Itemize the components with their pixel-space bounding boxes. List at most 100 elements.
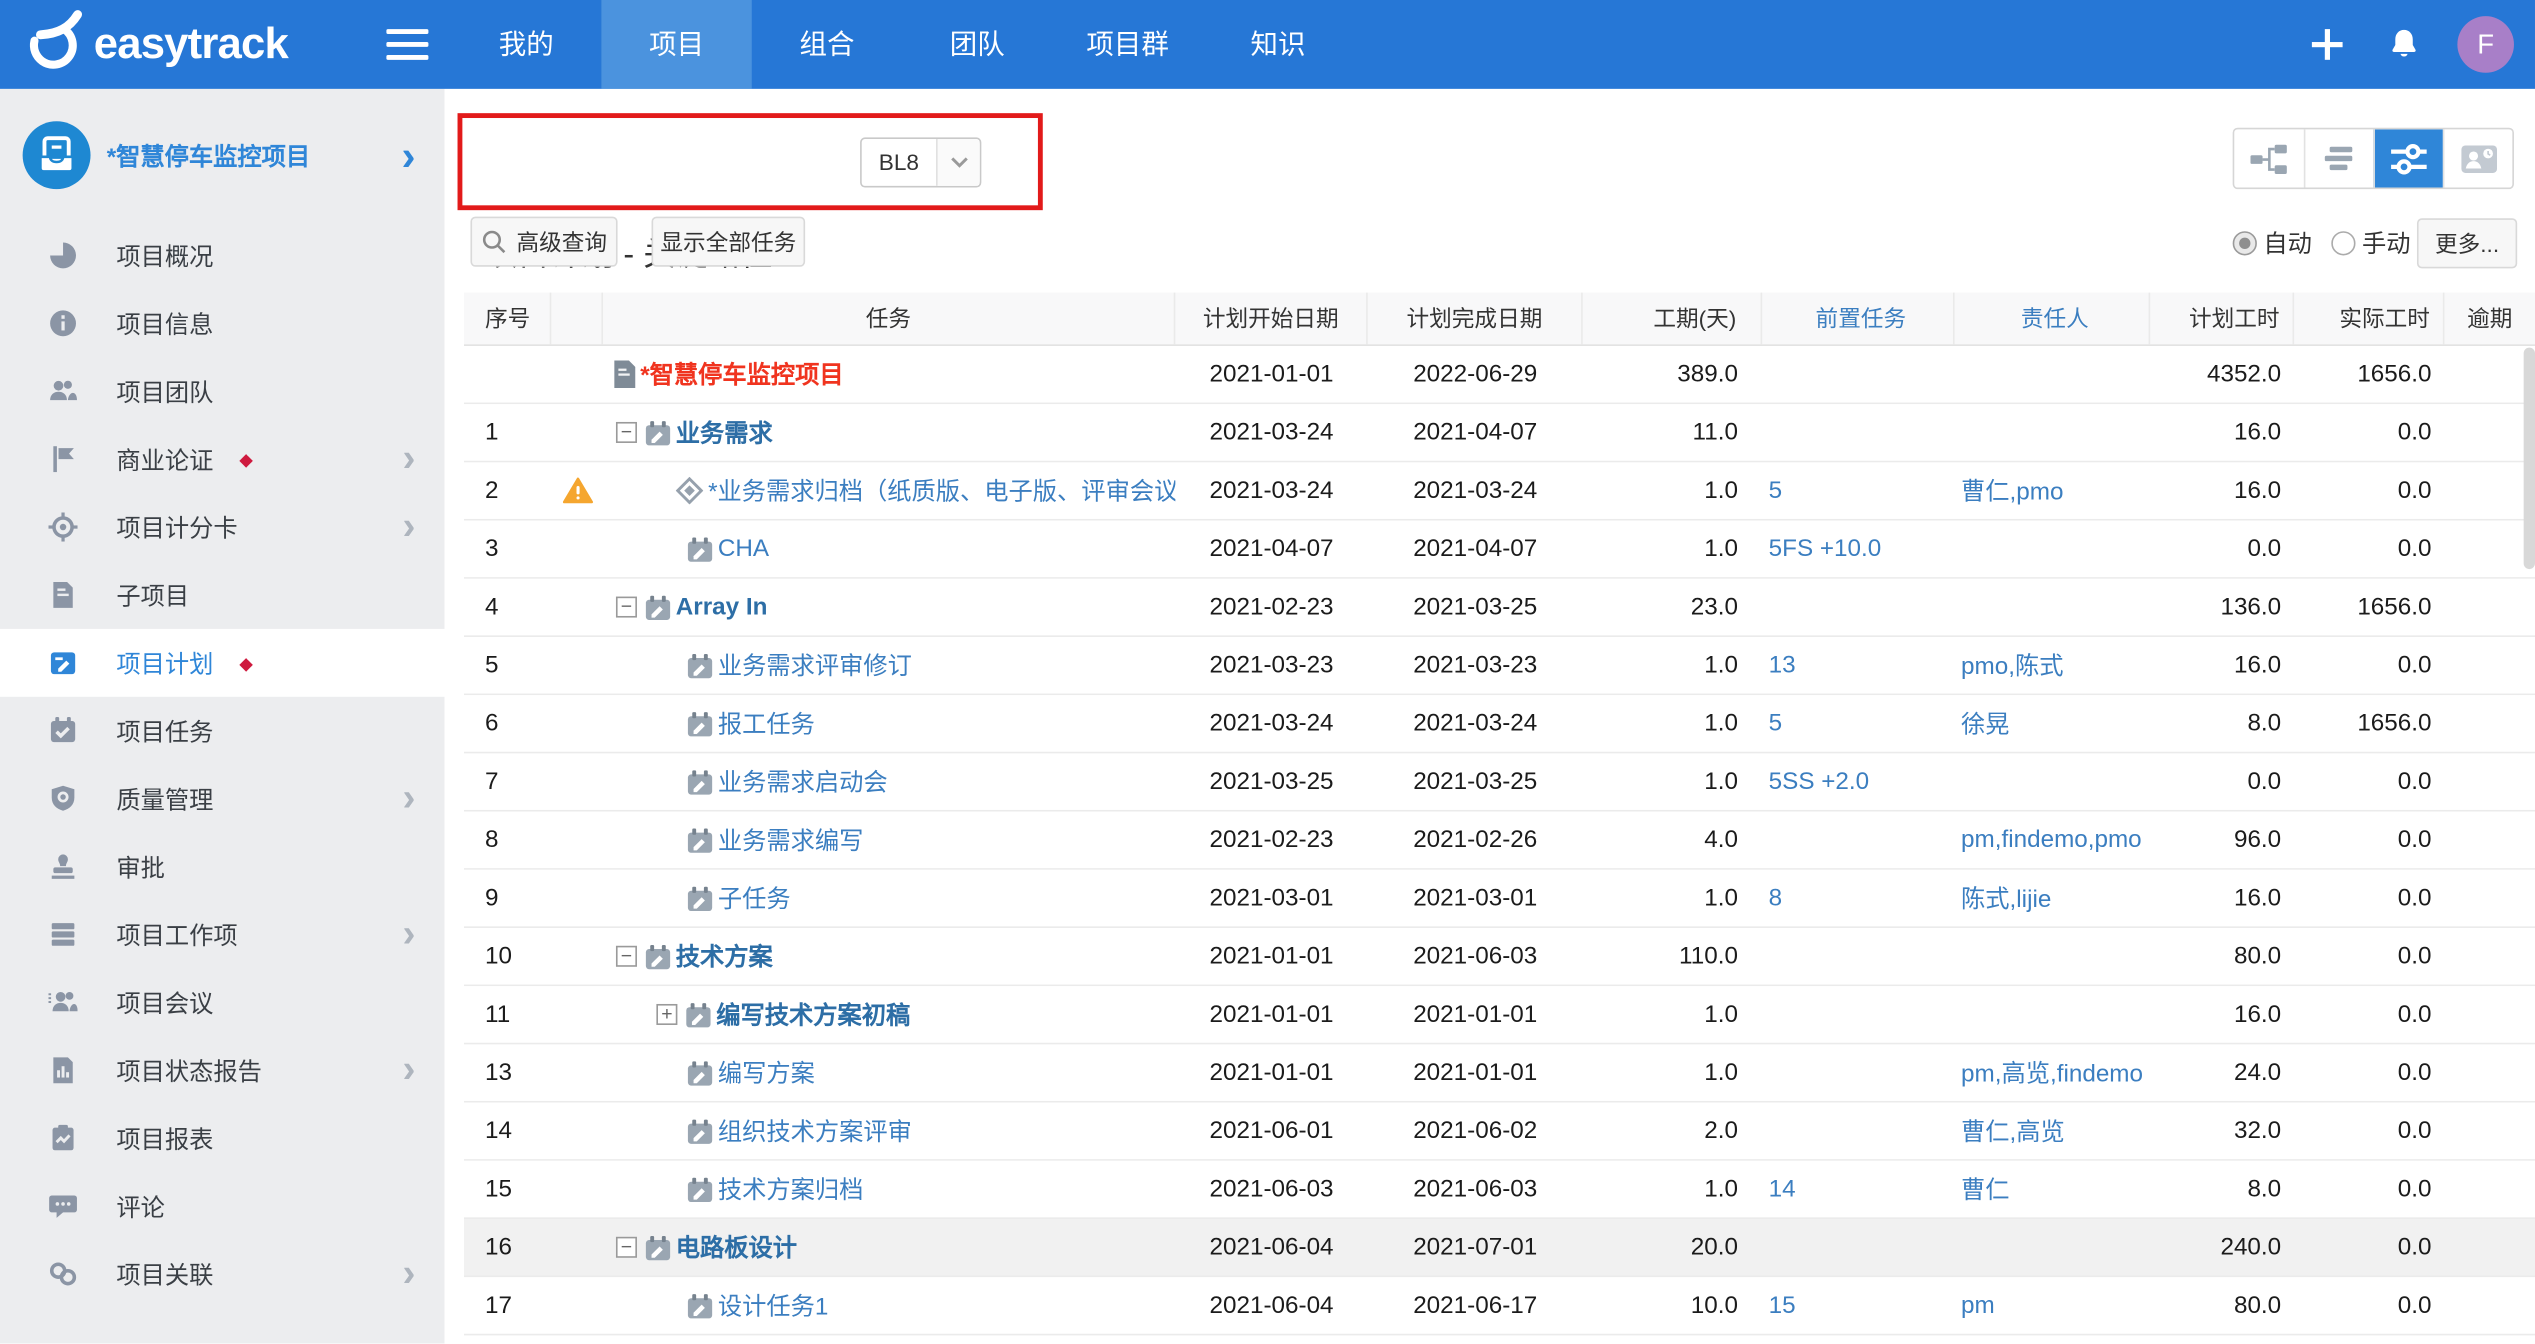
sidebar-item-1[interactable]: 项目信息: [0, 289, 445, 357]
nav-tab-1[interactable]: 项目: [601, 0, 751, 89]
user-avatar[interactable]: F: [2457, 16, 2514, 73]
sidebar-item-0[interactable]: 项目概况: [0, 221, 445, 289]
owner[interactable]: 曹仁,pmo: [1955, 462, 2151, 519]
table-row[interactable]: 9子任务2021-03-012021-03-011.08陈式,lijie16.0…: [464, 870, 2535, 928]
sidebar-item-13[interactable]: 项目报表: [0, 1104, 445, 1172]
task-name-link[interactable]: Array In: [676, 593, 768, 620]
table-row[interactable]: 3CHA2021-04-072021-04-071.05FS +10.00.00…: [464, 521, 2535, 579]
show-all-tasks-button[interactable]: 显示全部任务: [652, 217, 806, 267]
table-row[interactable]: 6报工任务2021-03-242021-03-241.05徐晃8.01656.0: [464, 695, 2535, 753]
hamburger-menu-icon[interactable]: [386, 28, 428, 60]
task-name-link[interactable]: 业务需求: [676, 415, 773, 449]
table-row[interactable]: 1−业务需求2021-03-242021-04-0711.016.00.0: [464, 404, 2535, 462]
task-name-link[interactable]: 子任务: [718, 881, 791, 915]
sidebar-item-5[interactable]: 子项目: [0, 561, 445, 629]
row-indicator: [551, 346, 603, 403]
manual-radio[interactable]: [2331, 231, 2355, 255]
predecessor[interactable]: 5: [1762, 695, 1954, 752]
baseline-select[interactable]: BL8: [860, 137, 981, 187]
collapse-icon[interactable]: −: [616, 422, 637, 443]
predecessor[interactable]: 8: [1762, 870, 1954, 927]
sidebar-item-11[interactable]: 项目会议: [0, 968, 445, 1036]
task-name-link[interactable]: 报工任务: [718, 706, 815, 740]
table-row[interactable]: 17设计任务12021-06-042021-06-1710.015pm80.00…: [464, 1277, 2535, 1335]
task-name-link[interactable]: 编写技术方案初稿: [716, 998, 910, 1032]
manual-radio-label[interactable]: 手动: [2362, 226, 2411, 260]
nav-tab-5[interactable]: 知识: [1203, 0, 1353, 89]
sidebar-item-12[interactable]: 项目状态报告›: [0, 1036, 445, 1104]
auto-radio-label[interactable]: 自动: [2263, 226, 2312, 260]
table-row[interactable]: 5业务需求评审修订2021-03-232021-03-231.013pmo,陈式…: [464, 637, 2535, 695]
resource-view-icon[interactable]: [2443, 129, 2513, 187]
owner[interactable]: pm,高览,findemo: [1955, 1044, 2151, 1101]
table-row[interactable]: 14组织技术方案评审2021-06-012021-06-022.0曹仁,高览32…: [464, 1103, 2535, 1161]
sidebar-project-header[interactable]: *智慧停车监控项目 ›: [0, 89, 445, 222]
sidebar-item-7[interactable]: 项目任务: [0, 697, 445, 765]
auto-radio[interactable]: [2233, 231, 2257, 255]
predecessor[interactable]: 13: [1762, 637, 1954, 694]
owner[interactable]: 徐晃: [1955, 695, 2151, 752]
owner[interactable]: 曹仁,高览: [1955, 1103, 2151, 1160]
collapse-icon[interactable]: −: [616, 946, 637, 967]
nav-tab-2[interactable]: 组合: [752, 0, 902, 89]
task-name-link[interactable]: 技术方案归档: [718, 1172, 864, 1206]
sidebar-item-9[interactable]: 审批: [0, 833, 445, 901]
task-name-link[interactable]: 技术方案: [676, 939, 773, 973]
table-row[interactable]: 11+编写技术方案初稿2021-01-012021-01-011.016.00.…: [464, 986, 2535, 1044]
table-row[interactable]: 8业务需求编写2021-02-232021-02-264.0pm,findemo…: [464, 812, 2535, 870]
predecessor[interactable]: 14: [1762, 1161, 1954, 1218]
sidebar-item-6[interactable]: 项目计划◆: [0, 629, 445, 697]
table-row[interactable]: 4−Array In2021-02-232021-03-2523.0136.01…: [464, 579, 2535, 637]
wbs-view-icon[interactable]: [2234, 129, 2304, 187]
task-name-link[interactable]: 电路板设计: [676, 1230, 797, 1264]
owner[interactable]: 曹仁: [1955, 1161, 2151, 1218]
predecessor[interactable]: 5: [1762, 462, 1954, 519]
project-chevron-right-icon[interactable]: ›: [401, 139, 415, 171]
collapse-icon[interactable]: −: [616, 1237, 637, 1258]
nav-tab-4[interactable]: 项目群: [1052, 0, 1202, 89]
easytrack-logo[interactable]: easytrack: [19, 6, 367, 82]
table-row[interactable]: 7业务需求启动会2021-03-252021-03-251.05SS +2.00…: [464, 753, 2535, 811]
sidebar-item-8[interactable]: 质量管理›: [0, 765, 445, 833]
table-row[interactable]: 13编写方案2021-01-012021-01-011.0pm,高览,finde…: [464, 1044, 2535, 1102]
owner[interactable]: 陈式,lijie: [1955, 870, 2151, 927]
add-plus-icon[interactable]: [2302, 20, 2351, 69]
nav-tab-0[interactable]: 我的: [451, 0, 601, 89]
task-name-link[interactable]: 设计任务1: [718, 1289, 828, 1323]
sidebar-item-2[interactable]: 项目团队: [0, 357, 445, 425]
notification-bell-icon[interactable]: [2380, 20, 2429, 69]
table-row[interactable]: 10−技术方案2021-01-012021-06-03110.080.00.0: [464, 928, 2535, 986]
duration-days: 1.0: [1583, 521, 1762, 578]
sidebar-item-14[interactable]: 评论: [0, 1172, 445, 1240]
critical-path-settings-icon[interactable]: [2373, 129, 2443, 187]
predecessor[interactable]: 15: [1762, 1277, 1954, 1334]
predecessor[interactable]: 5FS +10.0: [1762, 521, 1954, 578]
task-name-link[interactable]: 组织技术方案评审: [718, 1114, 912, 1148]
task-name-link[interactable]: *智慧停车监控项目: [640, 357, 843, 391]
task-name-link[interactable]: 业务需求评审修订: [718, 648, 912, 682]
table-row[interactable]: 16−电路板设计2021-06-042021-07-0120.0240.00.0: [464, 1219, 2535, 1277]
more-button[interactable]: 更多...: [2417, 218, 2517, 268]
sidebar-item-4[interactable]: 项目计分卡›: [0, 493, 445, 561]
table-row[interactable]: *智慧停车监控项目2021-01-012022-06-29389.04352.0…: [464, 346, 2535, 404]
sidebar-item-10[interactable]: 项目工作项›: [0, 901, 445, 969]
owner[interactable]: pm: [1955, 1277, 2151, 1334]
owner[interactable]: pm,findemo,pmo: [1955, 812, 2151, 869]
task-name-link[interactable]: 编写方案: [718, 1056, 815, 1090]
expand-icon[interactable]: +: [656, 1004, 677, 1025]
sidebar-item-15[interactable]: 项目关联›: [0, 1240, 445, 1308]
table-row[interactable]: 15技术方案归档2021-06-032021-06-031.014曹仁8.00.…: [464, 1161, 2535, 1219]
owner[interactable]: pmo,陈式: [1955, 637, 2151, 694]
table-row[interactable]: 2*业务需求归档（纸质版、电子版、评审会议2021-03-242021-03-2…: [464, 462, 2535, 520]
advanced-query-button[interactable]: 高级查询: [470, 217, 617, 267]
sidebar-item-3[interactable]: 商业论证◆›: [0, 425, 445, 493]
task-name-link[interactable]: 业务需求编写: [718, 823, 864, 857]
task-name-link[interactable]: CHA: [718, 535, 769, 562]
vertical-scrollbar[interactable]: [2524, 348, 2535, 569]
nav-tab-3[interactable]: 团队: [902, 0, 1052, 89]
collapse-icon[interactable]: −: [616, 597, 637, 618]
task-name-link[interactable]: *业务需求归档（纸质版、电子版、评审会议: [708, 474, 1175, 508]
outline-view-icon[interactable]: [2304, 129, 2374, 187]
predecessor[interactable]: 5SS +2.0: [1762, 753, 1954, 810]
task-name-link[interactable]: 业务需求启动会: [718, 765, 888, 799]
